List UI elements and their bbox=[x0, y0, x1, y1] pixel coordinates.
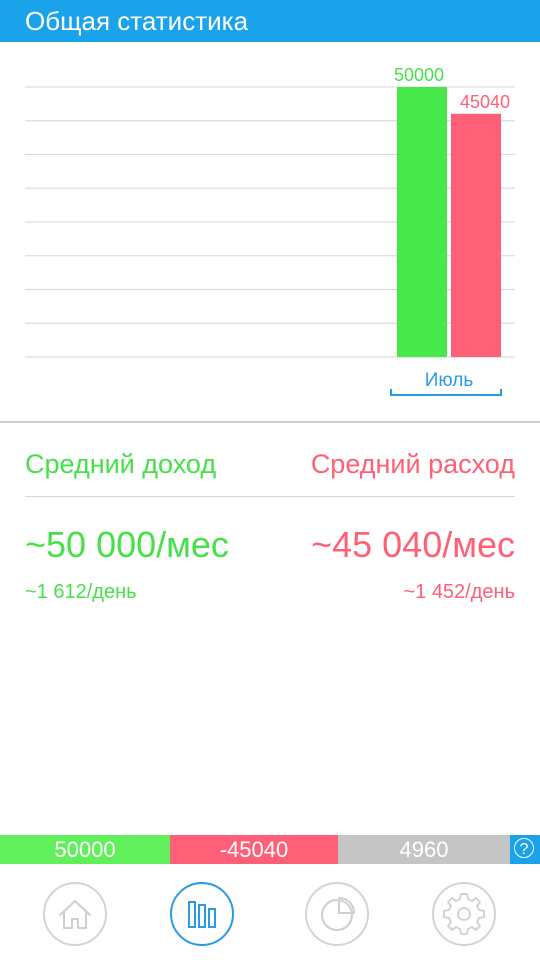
page-title: Общая статистика bbox=[25, 6, 249, 36]
average-expense-label: Средний расход bbox=[310, 449, 515, 479]
income-total: 50000 bbox=[0, 835, 170, 864]
tab-bar bbox=[0, 864, 540, 960]
stats-divider bbox=[25, 496, 515, 497]
average-expense-day: ~1 452/день bbox=[403, 581, 515, 603]
tab-home[interactable] bbox=[43, 882, 107, 946]
bar-chart: 50000 45040 Июль bbox=[0, 42, 540, 422]
help-icon: ? bbox=[514, 838, 534, 858]
bar-chart-svg: 50000 45040 Июль bbox=[25, 65, 515, 396]
expense-total: -45040 bbox=[170, 835, 338, 864]
tab-settings[interactable] bbox=[432, 882, 496, 946]
gear-icon bbox=[443, 893, 485, 935]
category-label[interactable]: Июль bbox=[425, 370, 474, 391]
average-income-day: ~1 612/день bbox=[25, 581, 137, 603]
tab-statistics[interactable] bbox=[170, 882, 234, 946]
tab-pie-chart[interactable] bbox=[305, 882, 369, 946]
home-icon bbox=[59, 900, 91, 929]
income-value-label: 50000 bbox=[394, 65, 444, 85]
chart-divider bbox=[0, 421, 540, 423]
expense-bar[interactable] bbox=[451, 113, 501, 357]
balance-total: 4960 bbox=[338, 835, 510, 864]
app-header: Общая статистика bbox=[0, 0, 540, 42]
bar-chart-icon bbox=[188, 901, 216, 928]
help-button[interactable]: ? bbox=[510, 835, 540, 864]
income-bar[interactable] bbox=[397, 87, 447, 357]
average-income-label: Средний доход bbox=[25, 449, 217, 479]
average-expense-month: ~45 040/мес bbox=[311, 524, 515, 565]
expense-value-label: 45040 bbox=[460, 92, 510, 112]
pie-chart-icon bbox=[321, 897, 355, 931]
balance-summary-bar: 50000 -45040 4960 ? bbox=[0, 835, 540, 864]
average-income-month: ~50 000/мес bbox=[25, 524, 229, 565]
